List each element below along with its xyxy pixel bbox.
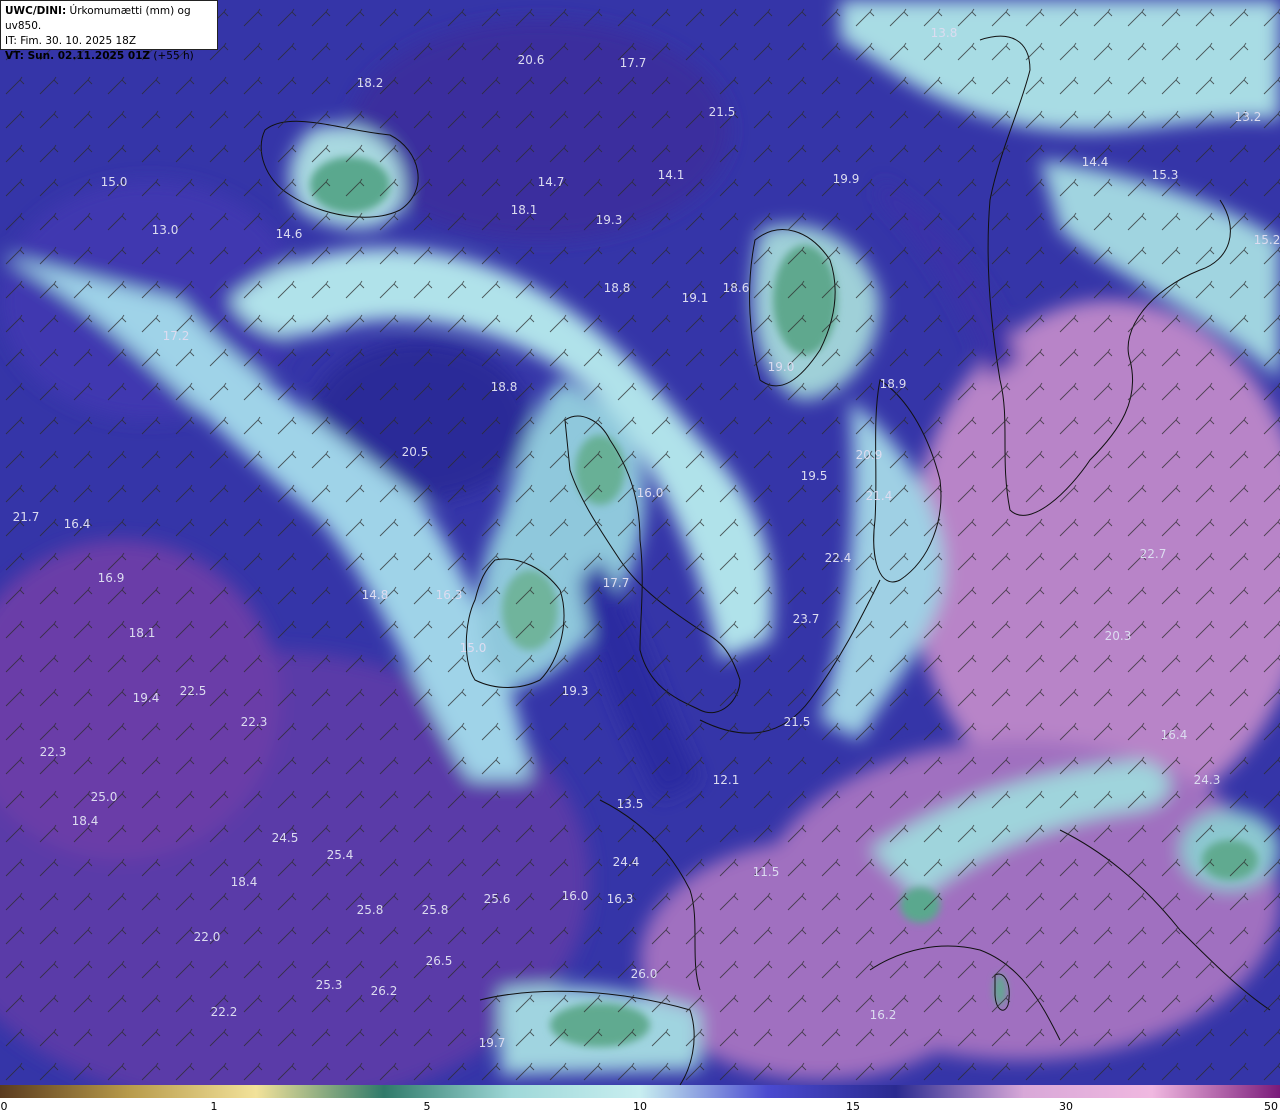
init-time: Fim. 30. 10. 2025 18Z — [16, 35, 137, 47]
pw-value-label: 13.0 — [151, 223, 179, 237]
init-label: IT: — [5, 35, 17, 47]
pw-value-label: 19.4 — [132, 691, 160, 705]
pw-value-label: 22.2 — [210, 1005, 238, 1019]
pw-value-label: 19.3 — [561, 684, 589, 698]
pw-value-label: 24.4 — [612, 855, 640, 869]
pw-value-label: 25.8 — [421, 903, 449, 917]
pw-value-label: 15.0 — [459, 641, 487, 655]
colorbar-tick: 10 — [633, 1100, 647, 1113]
pw-value-label: 21.5 — [708, 105, 736, 119]
pw-value-label: 19.3 — [595, 213, 623, 227]
pw-value-label: 16.0 — [636, 486, 664, 500]
pw-value-label: 18.1 — [128, 626, 156, 640]
model-name: UWC/DINI: — [5, 5, 67, 17]
pw-value-label: 19.1 — [681, 291, 709, 305]
pw-value-label: 14.8 — [361, 588, 389, 602]
pw-value-label: 25.0 — [90, 790, 118, 804]
colorbar-gradient — [0, 1085, 1280, 1098]
colorbar-tick: 15 — [846, 1100, 860, 1113]
lead-time: (+55 h) — [150, 50, 194, 62]
pw-value-label: 15.0 — [100, 175, 128, 189]
pw-value-label: 22.4 — [824, 551, 852, 565]
pw-value-label: 21.5 — [783, 715, 811, 729]
pw-value-label: 22.3 — [39, 745, 67, 759]
pw-value-label: 16.3 — [435, 588, 463, 602]
pw-value-label: 20.3 — [1104, 629, 1132, 643]
colorbar-tick: 0 — [0, 1100, 8, 1113]
pw-value-label: 17.7 — [602, 576, 630, 590]
pw-value-label: 20.9 — [855, 448, 883, 462]
pw-value-label: 16.9 — [97, 571, 125, 585]
pw-value-label: 16.0 — [561, 889, 589, 903]
pw-value-label: 13.5 — [616, 797, 644, 811]
map-canvas: UWC/DINI: Úrkomumætti (mm) og uv850. IT:… — [0, 0, 1280, 1085]
pw-value-label: 20.6 — [517, 53, 545, 67]
title-line: UWC/DINI: Úrkomumætti (mm) og uv850. — [5, 4, 213, 34]
pw-value-label: 12.1 — [712, 773, 740, 787]
pw-value-label: 18.4 — [71, 814, 99, 828]
pw-value-label: 16.4 — [1160, 728, 1188, 742]
pw-value-label: 26.2 — [370, 984, 398, 998]
pw-value-label: 19.5 — [800, 469, 828, 483]
valid-label: VT: — [5, 50, 24, 62]
pw-value-label: 16.4 — [63, 517, 91, 531]
init-time-line: IT: Fim. 30. 10. 2025 18Z — [5, 34, 213, 49]
pw-value-label: 19.9 — [832, 172, 860, 186]
pw-value-label: 14.7 — [537, 175, 565, 189]
pw-value-label: 13.2 — [1234, 110, 1262, 124]
pw-value-label: 15.3 — [1151, 168, 1179, 182]
colorbar: 0 1 5 10 15 30 50 — [0, 1085, 1280, 1115]
pw-value-label: 18.9 — [879, 377, 907, 391]
pw-value-label: 11.5 — [752, 865, 780, 879]
pw-value-label: 22.3 — [240, 715, 268, 729]
colorbar-tick: 50 — [1264, 1100, 1278, 1113]
pw-value-label: 22.0 — [193, 930, 221, 944]
valid-time: Sun. 02.11.2025 01Z — [23, 50, 151, 62]
pw-value-label: 16.2 — [869, 1008, 897, 1022]
colorbar-tick: 1 — [210, 1100, 218, 1113]
pw-value-label: 21.7 — [12, 510, 40, 524]
pw-value-label: 25.3 — [315, 978, 343, 992]
colorbar-tick: 30 — [1059, 1100, 1073, 1113]
pw-value-label: 18.8 — [490, 380, 518, 394]
pw-value-label: 23.7 — [792, 612, 820, 626]
pw-value-label: 18.8 — [603, 281, 631, 295]
pw-value-label: 21.4 — [865, 489, 893, 503]
pw-value-label: 14.4 — [1081, 155, 1109, 169]
pw-value-label: 22.7 — [1139, 547, 1167, 561]
pw-value-label: 25.4 — [326, 848, 354, 862]
pw-value-label: 18.1 — [510, 203, 538, 217]
pw-value-label: 17.7 — [619, 56, 647, 70]
pw-value-label: 25.6 — [483, 892, 511, 906]
pw-value-label: 25.8 — [356, 903, 384, 917]
pw-value-label: 19.0 — [767, 360, 795, 374]
pw-value-label: 18.6 — [722, 281, 750, 295]
pw-value-label: 20.5 — [401, 445, 429, 459]
map-title-box: UWC/DINI: Úrkomumætti (mm) og uv850. IT:… — [0, 0, 218, 62]
pw-value-label: 22.5 — [179, 684, 207, 698]
pw-value-label: 24.3 — [1193, 773, 1221, 787]
pw-value-label: 16.3 — [606, 892, 634, 906]
pw-value-label: 17.2 — [162, 329, 190, 343]
valid-time-line: VT: Sun. 02.11.2025 01Z (+55 h) — [5, 49, 213, 64]
pw-value-label: 19.7 — [478, 1036, 506, 1050]
pw-value-label: 14.6 — [275, 227, 303, 241]
pw-value-label: 14.1 — [657, 168, 685, 182]
pw-value-label: 18.2 — [356, 76, 384, 90]
colorbar-tick: 5 — [423, 1100, 431, 1113]
pw-value-label: 26.5 — [425, 954, 453, 968]
pw-value-label: 13.8 — [930, 26, 958, 40]
pw-value-label: 15.2 — [1253, 233, 1280, 247]
pw-value-label: 24.5 — [271, 831, 299, 845]
pw-value-label: 26.0 — [630, 967, 658, 981]
pw-value-label: 18.4 — [230, 875, 258, 889]
